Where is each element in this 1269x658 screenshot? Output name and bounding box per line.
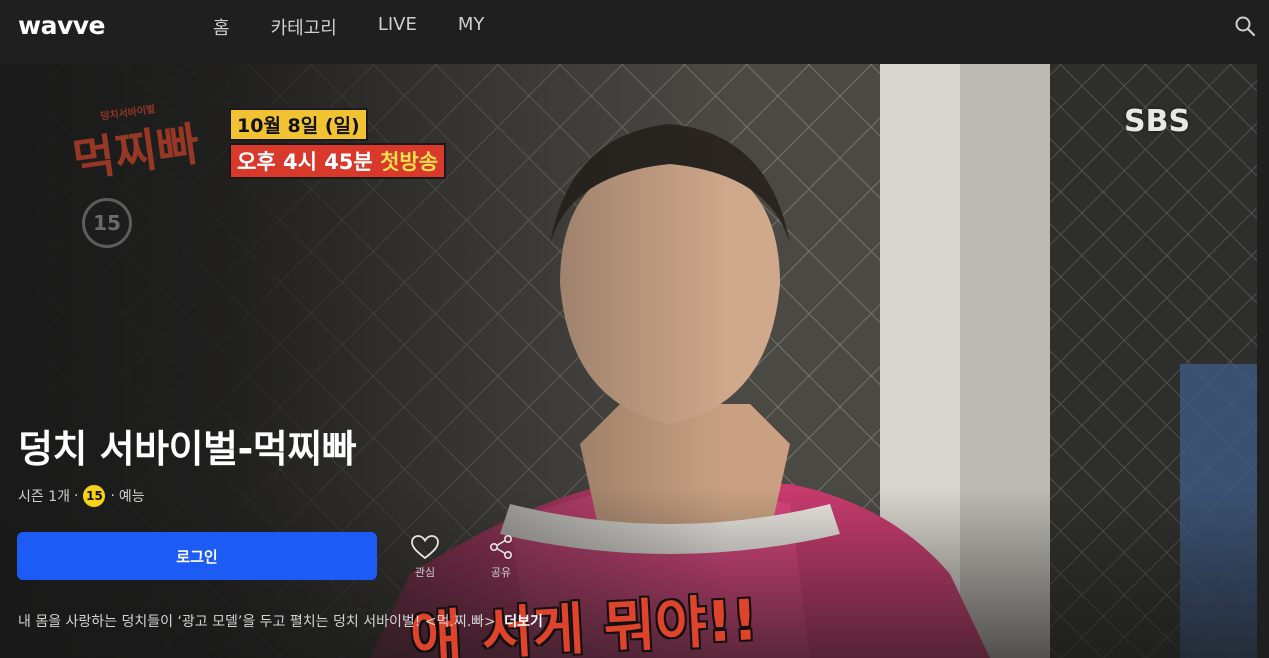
like-label: 관심: [414, 566, 436, 579]
premiere-text: 첫방송: [380, 150, 439, 174]
page-title: 덩치 서바이벌-먹찌빠: [18, 427, 357, 471]
air-time-text: 오후 4시 45분: [237, 150, 373, 174]
share-button[interactable]: 공유: [481, 534, 521, 582]
age-rating-badge: 15: [82, 484, 107, 508]
separator-dot: ·: [110, 488, 115, 504]
show-meta: 시즌 1개 · 15 · 예능: [18, 484, 145, 508]
show-description: 내 몸을 사랑하는 덩치들이 ‘광고 모델’을 두고 펼치는 덩치 서바이벌! …: [18, 611, 543, 631]
airing-info: 10월 8일 (일) 오후 4시 45분 첫방송: [229, 108, 447, 179]
nav-category[interactable]: 카테고리: [271, 14, 337, 40]
top-navigation-bar: wavve 홈 카테고리 LIVE MY: [0, 0, 1269, 52]
nav-home[interactable]: 홈: [213, 14, 230, 40]
air-date: 10월 8일 (일): [229, 108, 368, 141]
nav-my[interactable]: MY: [458, 14, 485, 40]
heart-icon: [411, 535, 439, 560]
wavve-logo[interactable]: wavve: [18, 11, 106, 40]
like-button[interactable]: 관심: [405, 534, 445, 582]
search-icon[interactable]: [1234, 15, 1256, 37]
age-rating-watermark: 15: [82, 198, 132, 248]
air-time: 오후 4시 45분 첫방송: [229, 143, 447, 179]
login-button[interactable]: 로그인: [17, 532, 377, 580]
genre: 예능: [118, 489, 145, 505]
channel-logo: SBS: [1124, 104, 1191, 139]
separator-dot: ·: [74, 488, 79, 504]
nav-live[interactable]: LIVE: [378, 14, 417, 40]
season-count: 시즌 1개: [18, 489, 70, 505]
share-icon: [489, 534, 512, 559]
scroll-gutter: [1257, 52, 1269, 658]
description-text: 내 몸을 사랑하는 덩치들이 ‘광고 모델’을 두고 펼치는 덩치 서바이벌! …: [18, 614, 496, 630]
main-nav: 홈 카테고리 LIVE MY: [213, 14, 525, 40]
share-label: 공유: [490, 566, 512, 579]
more-link[interactable]: 더보기: [504, 614, 543, 630]
